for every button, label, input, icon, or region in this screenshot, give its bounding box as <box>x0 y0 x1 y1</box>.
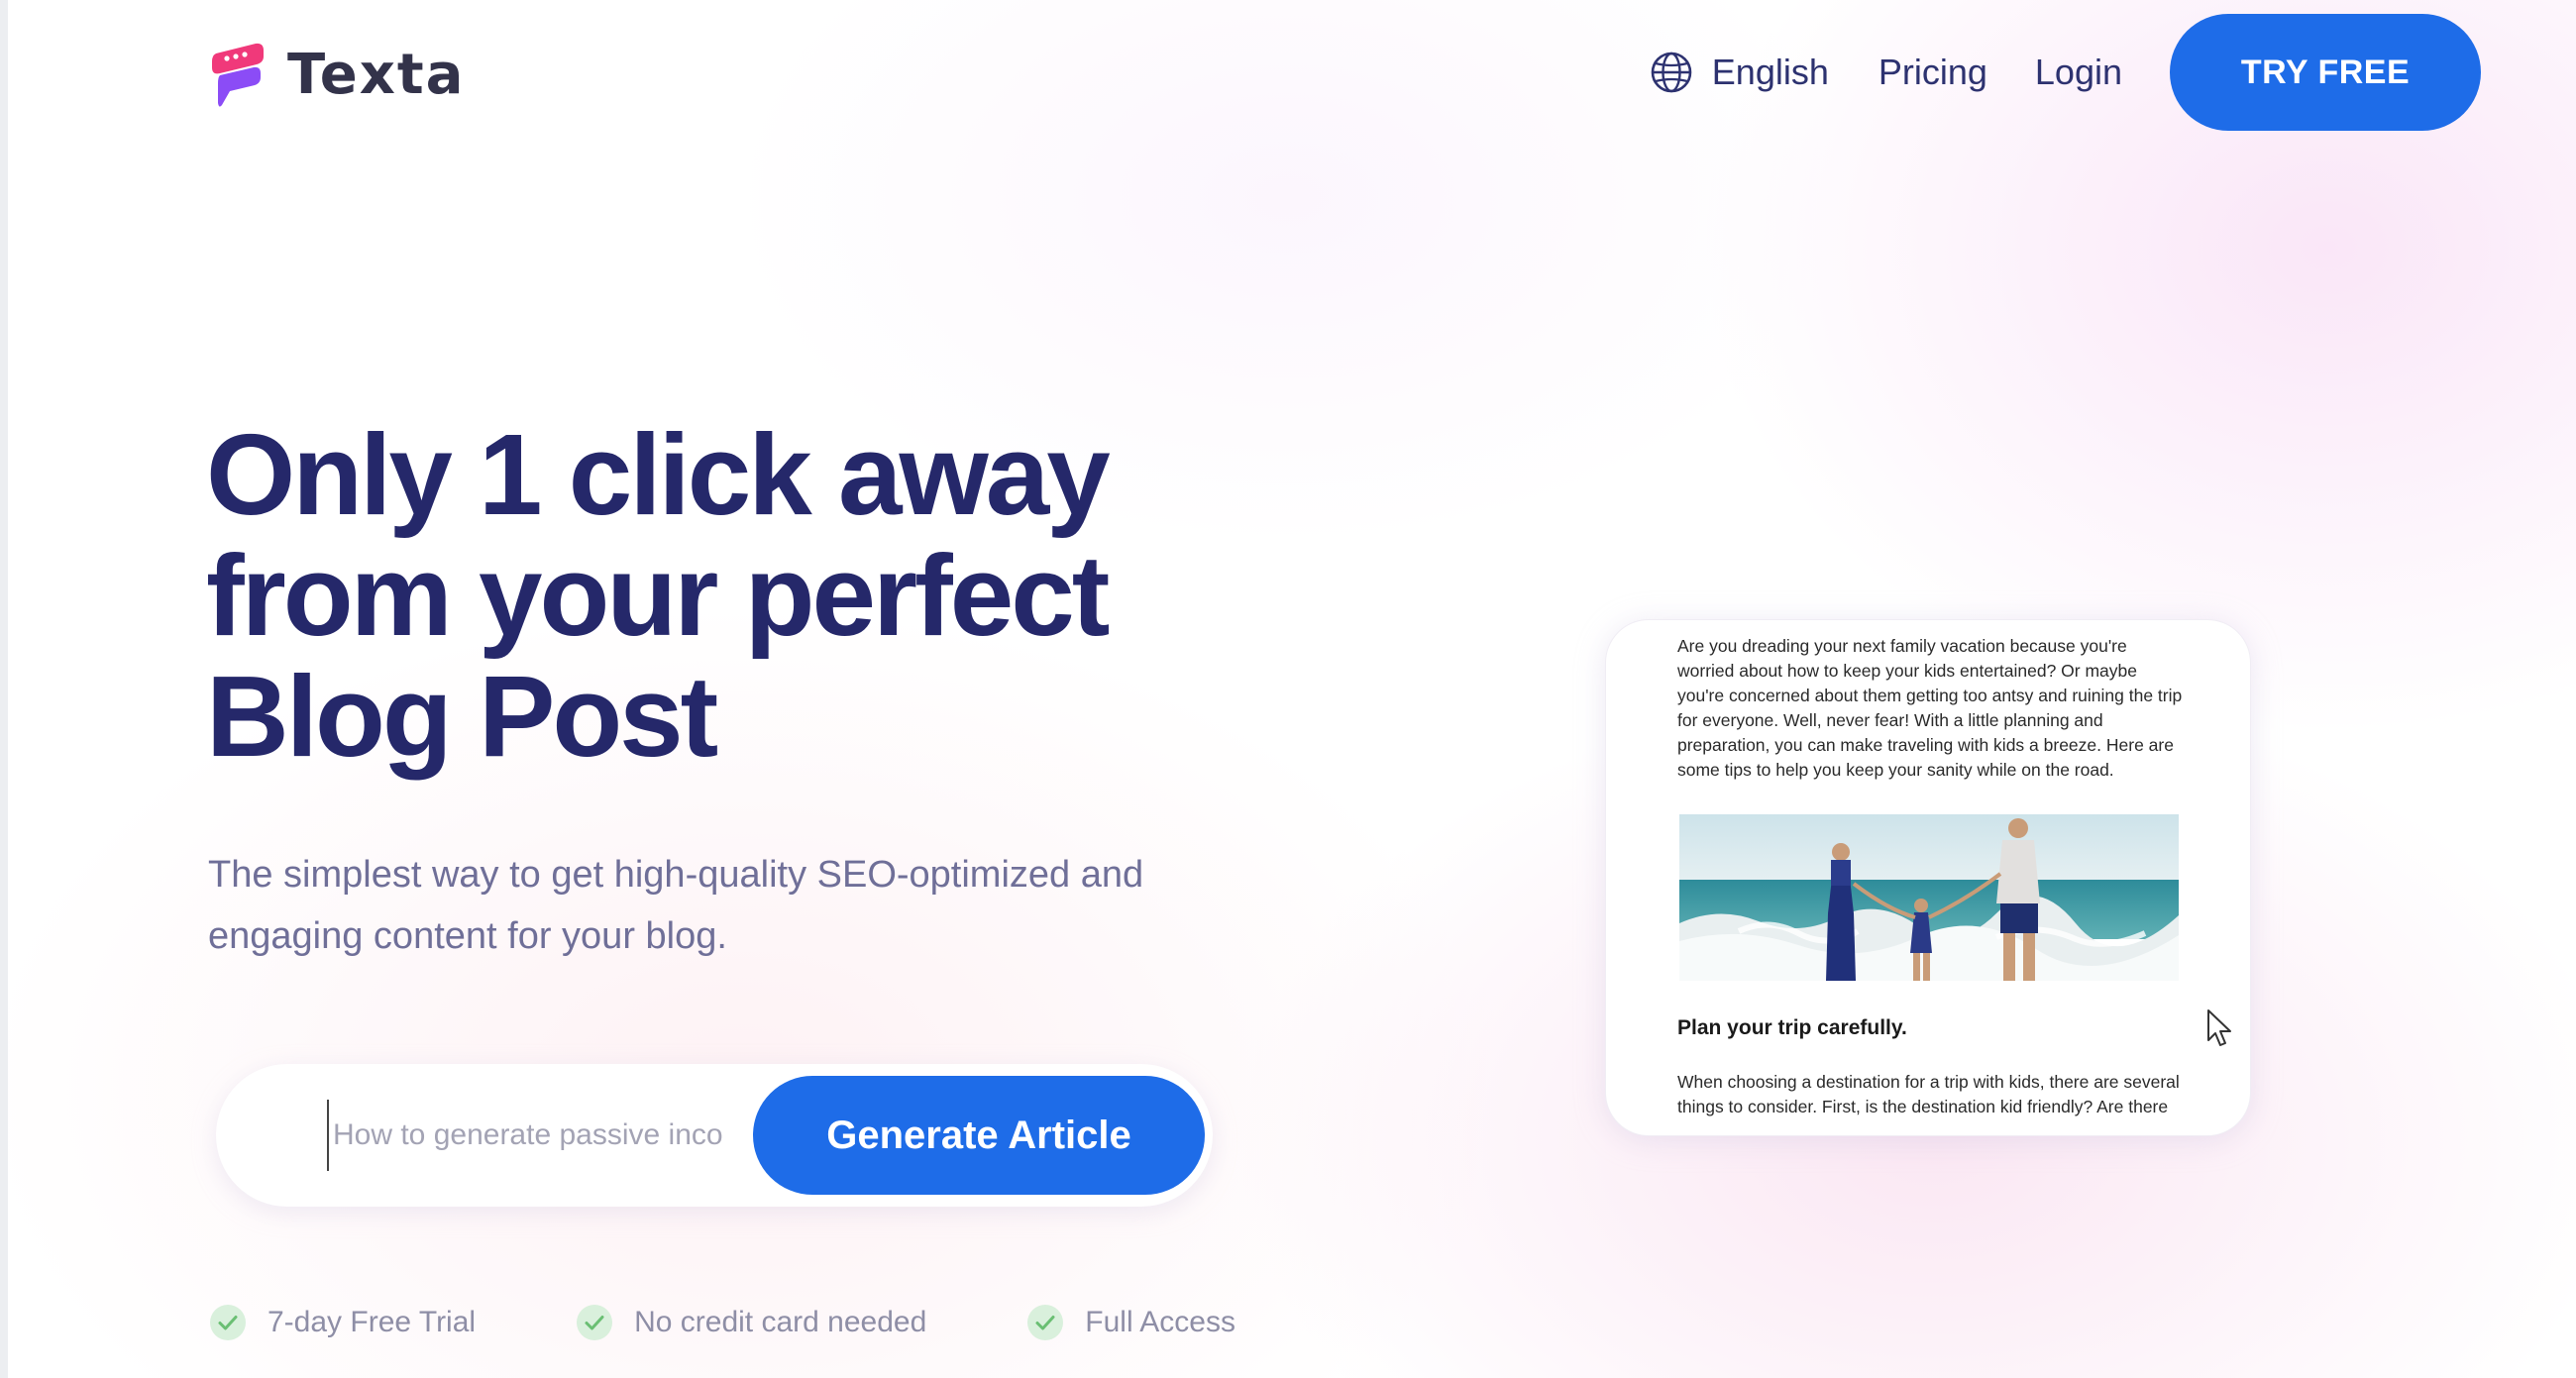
check-icon <box>210 1305 246 1340</box>
language-selector[interactable]: English <box>1649 50 1829 95</box>
nav-login-link[interactable]: Login <box>2035 52 2122 93</box>
logo-mark-icon <box>212 43 264 107</box>
window-edge <box>0 0 8 1378</box>
hero-title: Only 1 click away from your perfect Blog… <box>206 414 1296 777</box>
hero-subtitle: The simplest way to get high-quality SEO… <box>208 844 1298 967</box>
feature-label: 7-day Free Trial <box>268 1306 477 1338</box>
logo-text: Texta <box>287 42 466 107</box>
preview-body-text: When choosing a destination for a trip w… <box>1677 1072 2180 1116</box>
blog-preview-card: Are you dreading your next family vacati… <box>1605 619 2251 1136</box>
hero-subtitle-line: engaging content for your blog. <box>208 915 727 957</box>
feature-label: Full Access <box>1085 1306 1235 1338</box>
feature-item: No credit card needed <box>575 1303 926 1342</box>
feature-item: Full Access <box>1025 1303 1235 1342</box>
preview-intro-text: Are you dreading your next family vacati… <box>1677 636 2183 780</box>
check-icon <box>577 1305 613 1340</box>
check-icon <box>1027 1305 1064 1340</box>
hero-title-line: from your perfect <box>206 531 1110 660</box>
article-generator: Generate Article <box>216 1064 1213 1207</box>
logo[interactable]: Texta <box>208 40 465 109</box>
topic-input[interactable] <box>327 1100 723 1171</box>
generate-article-button[interactable]: Generate Article <box>753 1076 1205 1195</box>
globe-icon <box>1651 52 1692 93</box>
hero-title-line: Only 1 click away <box>206 410 1111 539</box>
language-label: English <box>1711 52 1829 92</box>
mouse-cursor-icon <box>2207 1009 2231 1046</box>
preview-section-heading: Plan your trip carefully. <box>1677 1016 1907 1039</box>
nav-pricing-link[interactable]: Pricing <box>1878 52 1987 93</box>
hero-subtitle-line: The simplest way to get high-quality SEO… <box>208 854 1144 896</box>
feature-item: 7-day Free Trial <box>208 1303 476 1342</box>
preview-photo <box>1679 814 2179 981</box>
hero-title-line: Blog Post <box>206 652 718 781</box>
top-nav: English Pricing Login TRY FREE <box>1649 14 2481 131</box>
family-beach-photo <box>1679 814 2179 981</box>
feature-label: No credit card needed <box>634 1306 927 1338</box>
try-free-button[interactable]: TRY FREE <box>2170 14 2481 131</box>
feature-list: 7-day Free Trial No credit card needed F… <box>208 1298 1235 1347</box>
